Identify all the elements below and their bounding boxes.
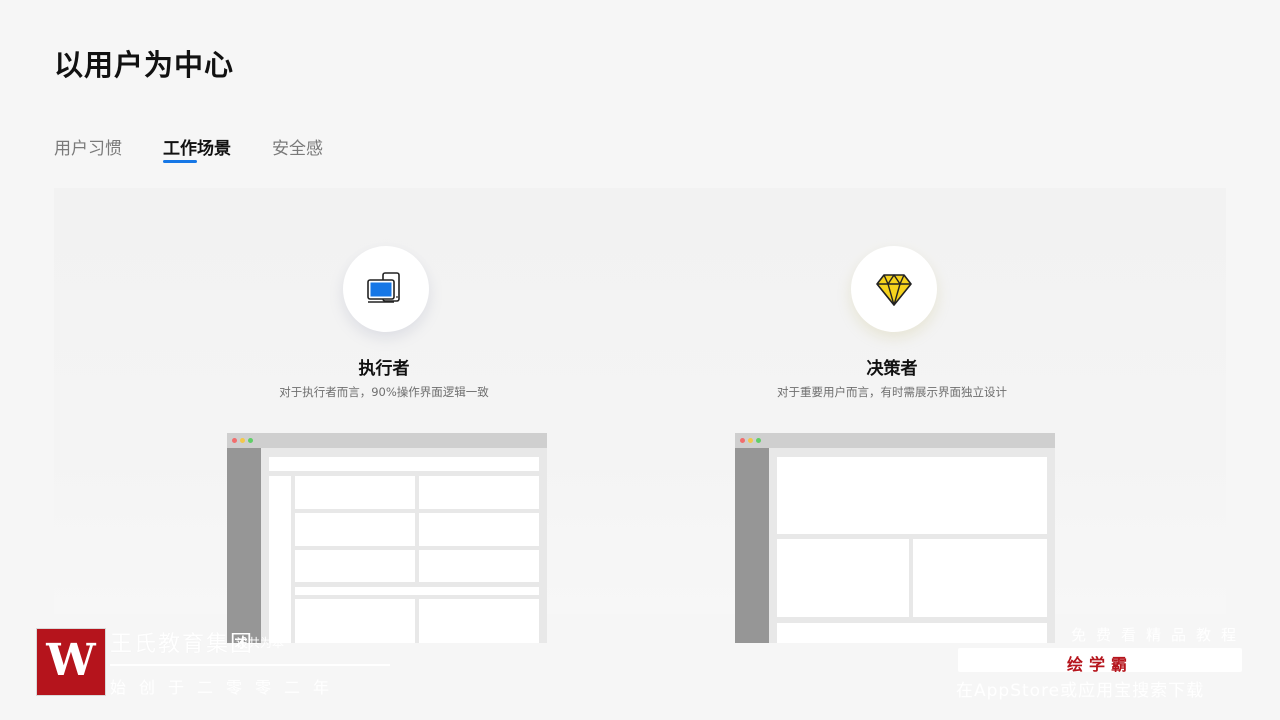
diamond-icon (876, 274, 912, 306)
promo-download-text: 在AppStore或应用宝搜索下载 (956, 681, 1205, 701)
mockup-card (419, 550, 539, 582)
promo-brand-name: 绘学霸 (1066, 655, 1133, 674)
tab-work-scenarios[interactable]: 工作场景 (163, 134, 231, 163)
role-card-decision-maker: 决策者 对于重要用户而言，有时需展示界面独立设计 (642, 188, 1142, 643)
publisher-watermark: W 王氏教育集团 设共为本 始创于二零零二年 (36, 626, 406, 698)
mockup-card (295, 550, 415, 582)
tab-user-habits[interactable]: 用户习惯 (54, 134, 122, 159)
mockup-divider-block (295, 587, 539, 595)
mockup-card (419, 476, 539, 509)
publisher-tagline: 设共为本 (236, 636, 285, 650)
scenario-panel: 执行者 对于执行者而言，90%操作界面逻辑一致 决策者 对于重要用户而言，有时需… (54, 188, 1226, 643)
publisher-since: 始创于二零零二年 (110, 678, 343, 697)
app-promo-watermark: 免费看精品教程 绘学霸 在AppStore或应用宝搜索下载 (956, 624, 1246, 701)
role-card-executor: 执行者 对于执行者而言，90%操作界面逻辑一致 (134, 188, 634, 643)
mockup-card (295, 476, 415, 509)
mockup-card (777, 539, 909, 617)
mockup-card (419, 599, 539, 643)
close-dot-icon (232, 438, 237, 443)
role-title-executor: 执行者 (358, 359, 410, 379)
mockup-sidebar (227, 448, 261, 643)
executor-icon-badge (343, 246, 429, 332)
browser-title-bar (227, 433, 547, 448)
role-title-decision-maker: 决策者 (866, 359, 918, 379)
role-description-executor: 对于执行者而言，90%操作界面逻辑一致 (279, 385, 489, 399)
decision-maker-icon-badge (851, 246, 937, 332)
decision-maker-layout-mockup (735, 433, 1055, 643)
tab-security[interactable]: 安全感 (272, 134, 323, 159)
mockup-hero-block (777, 457, 1047, 534)
minimize-dot-icon (240, 438, 245, 443)
mockup-header-block (269, 457, 539, 471)
role-description-decision-maker: 对于重要用户而言，有时需展示界面独立设计 (777, 385, 1007, 399)
browser-title-bar (735, 433, 1055, 448)
tab-work-scenarios-label: 工作场景 (163, 139, 231, 159)
publisher-logo-letter: W (46, 635, 96, 686)
close-dot-icon (740, 438, 745, 443)
maximize-dot-icon (756, 438, 761, 443)
executor-layout-mockup (227, 433, 547, 643)
mockup-card (913, 539, 1047, 617)
mockup-filter-column (269, 476, 291, 643)
maximize-dot-icon (248, 438, 253, 443)
mockup-card (419, 513, 539, 546)
minimize-dot-icon (748, 438, 753, 443)
publisher-divider (110, 664, 390, 666)
promo-headline: 免费看精品教程 (1070, 626, 1246, 644)
mockup-sidebar (735, 448, 769, 643)
publisher-name: 王氏教育集团 (110, 632, 255, 657)
devices-icon (367, 272, 400, 303)
mockup-card (295, 513, 415, 546)
page-title: 以用户为中心 (54, 48, 235, 82)
publisher-logo: W (36, 628, 106, 696)
active-tab-indicator (163, 160, 197, 163)
promo-brand-box: 绘学霸 (958, 648, 1242, 674)
